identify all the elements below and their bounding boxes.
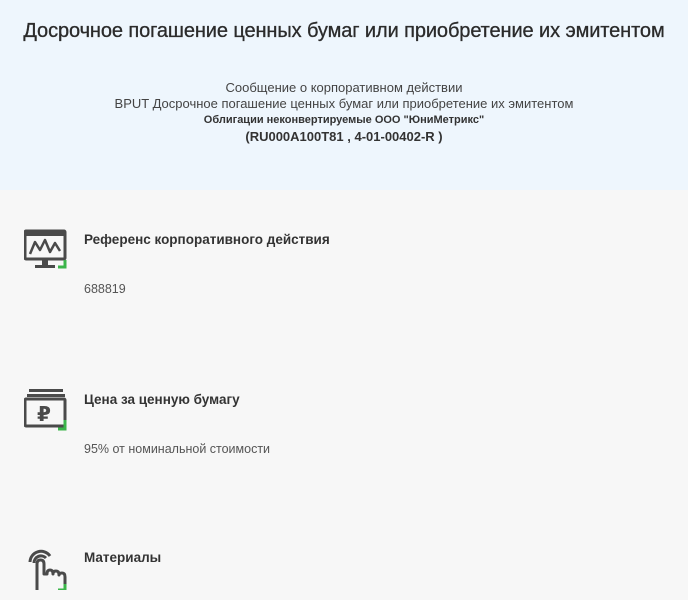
- page-title: Досрочное погашение ценных бумаг или при…: [23, 20, 665, 42]
- reference-value: 688819: [84, 282, 126, 296]
- security-name: Облигации неконвертируемые ООО "ЮниМетри…: [203, 114, 485, 126]
- svg-text:₽: ₽: [37, 402, 51, 426]
- section-materials[interactable]: Материалы: [24, 546, 664, 600]
- materials-title: Материалы: [84, 550, 162, 565]
- message-subtitle: Сообщение о корпоративном действии: [225, 80, 463, 95]
- hand-tap-icon: [28, 549, 67, 590]
- security-codes: (RU000A100T81 , 4-01-00402-R ): [245, 129, 443, 144]
- reference-title: Референс корпоративного действия: [84, 232, 330, 247]
- section-reference: Референс корпоративного действия 688819: [24, 228, 664, 308]
- message-info: Сообщение о корпоративном действии BPUT …: [0, 80, 688, 145]
- price-value: 95% от номинальной стоимости: [84, 442, 271, 456]
- ruble-cards-icon: ₽: [24, 389, 67, 431]
- section-price: ₽ Цена за ценную бумагу 95% от номинальн…: [24, 388, 664, 468]
- header-panel: Досрочное погашение ценных бумаг или при…: [0, 0, 688, 190]
- event-line: BPUT Досрочное погашение ценных бумаг ил…: [114, 96, 574, 111]
- price-title: Цена за ценную бумагу: [84, 392, 240, 407]
- monitor-chart-icon: [24, 229, 67, 269]
